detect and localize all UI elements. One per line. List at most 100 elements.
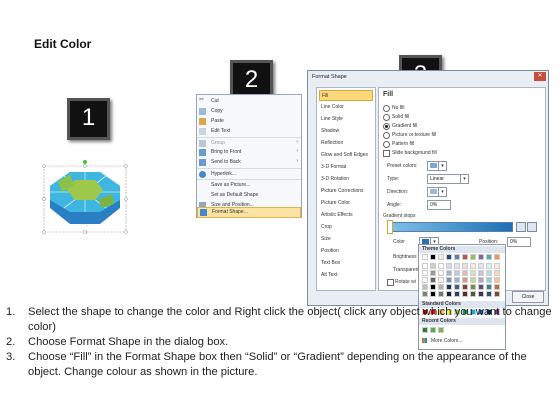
color-swatch[interactable] (430, 270, 436, 276)
radio-gradient-fill[interactable] (383, 123, 390, 130)
nav-item-alt-text[interactable]: Alt Text (319, 270, 373, 281)
color-swatch[interactable] (438, 270, 444, 276)
add-stop-button[interactable] (516, 222, 526, 232)
nav-item-position[interactable]: Position (319, 246, 373, 257)
gradient-stop-handle[interactable] (387, 220, 393, 234)
color-swatch[interactable] (494, 270, 500, 276)
nav-item-shadow[interactable]: Shadow (319, 126, 373, 137)
color-swatch[interactable] (462, 254, 468, 260)
nav-item-reflection[interactable]: Reflection (319, 138, 373, 149)
color-swatch[interactable] (430, 284, 436, 290)
nav-item-3d-rotation[interactable]: 3-D Rotation (319, 174, 373, 185)
color-swatch[interactable] (430, 263, 436, 269)
color-swatch[interactable] (478, 254, 484, 260)
color-swatch[interactable] (494, 263, 500, 269)
color-swatch[interactable] (454, 284, 460, 290)
color-swatch[interactable] (478, 270, 484, 276)
color-swatch[interactable] (454, 277, 460, 283)
color-swatch[interactable] (422, 270, 428, 276)
menu-item-format-shape[interactable]: Format Shape... (197, 207, 301, 218)
radio-no-fill[interactable] (383, 105, 390, 112)
color-swatch[interactable] (430, 254, 436, 260)
color-swatch[interactable] (494, 277, 500, 283)
color-swatch[interactable] (422, 254, 428, 260)
color-swatch[interactable] (470, 284, 476, 290)
rotate-with-shape-checkbox[interactable] (387, 279, 394, 286)
nav-item-size[interactable]: Size (319, 234, 373, 245)
color-swatch[interactable] (422, 277, 428, 283)
angle-input[interactable]: 0% (427, 200, 451, 210)
color-swatch[interactable] (494, 284, 500, 290)
color-swatch[interactable] (446, 277, 452, 283)
color-swatch[interactable] (446, 263, 452, 269)
remove-stop-button[interactable] (527, 222, 537, 232)
nav-item-glow[interactable]: Glow and Soft Edges (319, 150, 373, 161)
color-swatch[interactable] (430, 291, 436, 297)
nav-item-line-color[interactable]: Line Color (319, 102, 373, 113)
color-swatch[interactable] (438, 254, 444, 260)
color-swatch[interactable] (470, 254, 476, 260)
nav-item-fill[interactable]: Fill (319, 90, 373, 101)
color-swatch[interactable] (430, 277, 436, 283)
nav-item-3d-format[interactable]: 3-D Format (319, 162, 373, 173)
color-swatch[interactable] (422, 291, 428, 297)
color-swatch[interactable] (462, 270, 468, 276)
color-swatch[interactable] (494, 254, 500, 260)
color-swatch[interactable] (446, 291, 452, 297)
color-swatch[interactable] (438, 284, 444, 290)
color-swatch[interactable] (478, 277, 484, 283)
color-swatch[interactable] (462, 277, 468, 283)
color-swatch[interactable] (438, 277, 444, 283)
color-swatch[interactable] (462, 291, 468, 297)
color-swatch[interactable] (446, 270, 452, 276)
send-back-icon (199, 159, 206, 166)
type-dropdown[interactable]: Linear ▾ (427, 174, 469, 184)
color-swatch[interactable] (486, 284, 492, 290)
color-swatch[interactable] (470, 263, 476, 269)
color-swatch[interactable] (462, 284, 468, 290)
color-swatch[interactable] (446, 254, 452, 260)
color-swatch[interactable] (494, 291, 500, 297)
color-swatch[interactable] (422, 284, 428, 290)
color-swatch[interactable] (454, 263, 460, 269)
gradient-stops-slider[interactable] (387, 222, 513, 232)
close-button[interactable]: Close (512, 291, 544, 303)
color-swatch[interactable] (486, 277, 492, 283)
color-swatch[interactable] (470, 270, 476, 276)
color-swatch[interactable] (478, 291, 484, 297)
nav-item-picture-color[interactable]: Picture Color (319, 198, 373, 209)
menu-item-edit-text[interactable]: Edit Text (197, 126, 301, 137)
nav-item-picture-corrections[interactable]: Picture Corrections (319, 186, 373, 197)
radio-pattern-fill[interactable] (383, 141, 390, 148)
nav-item-crop[interactable]: Crop (319, 222, 373, 233)
color-swatch[interactable] (478, 263, 484, 269)
color-swatch[interactable] (486, 263, 492, 269)
color-swatch[interactable] (454, 270, 460, 276)
puzzle-octagon-shape[interactable] (40, 160, 130, 240)
instruction-number: 2. (6, 336, 16, 348)
nav-item-artistic-effects[interactable]: Artistic Effects (319, 210, 373, 221)
color-swatch[interactable] (422, 263, 428, 269)
color-swatch[interactable] (454, 291, 460, 297)
color-swatch[interactable] (470, 277, 476, 283)
color-swatch[interactable] (486, 254, 492, 260)
color-swatch[interactable] (462, 263, 468, 269)
color-swatch[interactable] (486, 291, 492, 297)
color-swatch[interactable] (470, 291, 476, 297)
preset-colors-dropdown[interactable]: ▾ (427, 161, 447, 171)
menu-item-send-to-back[interactable]: Send to Back › (197, 157, 301, 168)
nav-item-line-style[interactable]: Line Style (319, 114, 373, 125)
color-swatch[interactable] (478, 284, 484, 290)
radio-solid-fill[interactable] (383, 114, 390, 121)
direction-dropdown[interactable]: ▾ (427, 187, 447, 197)
color-swatch[interactable] (438, 291, 444, 297)
position-input[interactable]: 0% (507, 237, 531, 247)
nav-item-text-box[interactable]: Text Box (319, 258, 373, 269)
slide-background-checkbox[interactable] (383, 150, 390, 157)
color-swatch[interactable] (486, 270, 492, 276)
color-swatch[interactable] (454, 254, 460, 260)
radio-picture-fill[interactable] (383, 132, 390, 139)
close-icon[interactable]: ✕ (534, 72, 546, 81)
color-swatch[interactable] (446, 284, 452, 290)
color-swatch[interactable] (438, 263, 444, 269)
